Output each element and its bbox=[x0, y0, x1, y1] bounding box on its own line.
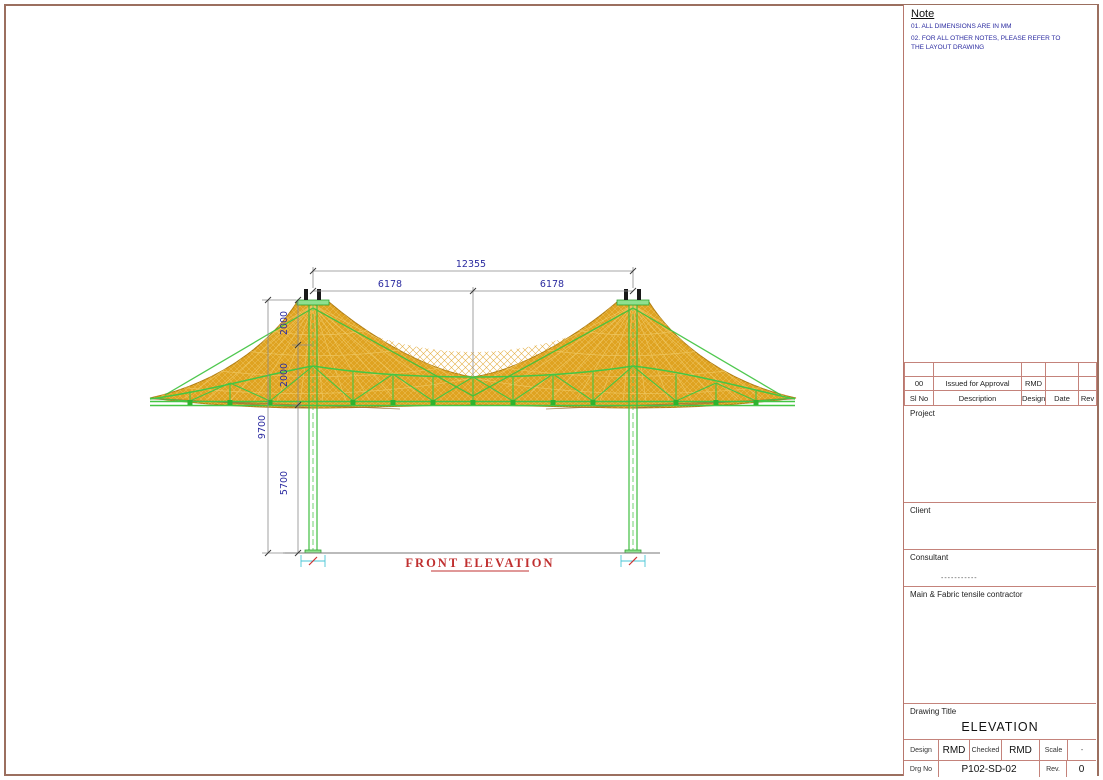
client-label: Client bbox=[910, 506, 930, 515]
section-contractor: Main & Fabric tensile contractor bbox=[904, 586, 1096, 704]
rev-value: 0 bbox=[1066, 761, 1096, 777]
dim-right-half: 6178 bbox=[540, 279, 564, 290]
scale-value: - bbox=[1067, 740, 1096, 761]
dim-overall-width: 12355 bbox=[456, 259, 486, 270]
rev-design: RMD bbox=[1022, 377, 1046, 391]
dim-total-height: 9700 bbox=[257, 415, 268, 439]
revision-row-empty bbox=[905, 363, 1097, 377]
drg-no-row: Drg No P102-SD-02 Rev. 0 bbox=[904, 760, 1096, 777]
rev-label: Rev. bbox=[1039, 761, 1066, 777]
hdr-rev: Rev bbox=[1079, 391, 1097, 406]
consultant-value: ----------- bbox=[941, 575, 978, 582]
contractor-label: Main & Fabric tensile contractor bbox=[910, 590, 1023, 599]
front-elevation-label: FRONT ELEVATION bbox=[405, 556, 554, 570]
design-value: RMD bbox=[938, 740, 969, 761]
rev-date bbox=[1046, 377, 1079, 391]
revision-row-00: 00 Issued for Approval RMD bbox=[905, 377, 1097, 391]
section-consultant: Consultant ----------- bbox=[904, 549, 1096, 587]
revision-table: 00 Issued for Approval RMD Sl No Descrip… bbox=[904, 362, 1097, 406]
rev-description: Issued for Approval bbox=[934, 377, 1022, 391]
hdr-slno: Sl No bbox=[905, 391, 934, 406]
checked-value: RMD bbox=[1001, 740, 1039, 761]
project-label: Project bbox=[910, 409, 935, 418]
rev-rev bbox=[1079, 377, 1097, 391]
section-drawing-title: Drawing Title ELEVATION bbox=[904, 703, 1096, 740]
checked-label: Checked bbox=[969, 740, 1001, 761]
dim-mast-top: 2000 bbox=[279, 311, 290, 335]
drawing-sheet: 12355 6178 6178 2000 2000 9700 5700 FRON… bbox=[0, 0, 1103, 780]
section-client: Client bbox=[904, 502, 1096, 550]
hdr-description: Description bbox=[934, 391, 1022, 406]
title-block-panel: Note 01. ALL DIMENSIONS ARE IN MM 02. FO… bbox=[903, 5, 1097, 776]
dim-left-half: 6178 bbox=[378, 279, 402, 290]
note-item-2: 02. FOR ALL OTHER NOTES, PLEASE REFER TO… bbox=[911, 35, 1063, 53]
hdr-design: Design bbox=[1022, 391, 1046, 406]
design-label: Design bbox=[904, 740, 938, 761]
design-row: Design RMD Checked RMD Scale - bbox=[904, 739, 1096, 761]
section-project: Project bbox=[904, 405, 1096, 503]
drg-no-value: P102-SD-02 bbox=[938, 761, 1039, 777]
hdr-date: Date bbox=[1046, 391, 1079, 406]
scale-label: Scale bbox=[1039, 740, 1067, 761]
rev-slno: 00 bbox=[905, 377, 934, 391]
note-box: Note 01. ALL DIMENSIONS ARE IN MM 02. FO… bbox=[911, 8, 1071, 52]
note-item-1: 01. ALL DIMENSIONS ARE IN MM bbox=[911, 23, 1063, 32]
dim-truss-zone: 2000 bbox=[279, 363, 290, 387]
dim-column-height: 5700 bbox=[279, 471, 290, 495]
revision-header-row: Sl No Description Design Date Rev bbox=[905, 391, 1097, 406]
note-title: Note bbox=[911, 8, 1071, 20]
drg-no-label: Drg No bbox=[904, 761, 938, 777]
drawing-title-label: Drawing Title bbox=[910, 707, 956, 716]
consultant-label: Consultant bbox=[910, 553, 948, 562]
drawing-title: ELEVATION bbox=[904, 720, 1096, 734]
